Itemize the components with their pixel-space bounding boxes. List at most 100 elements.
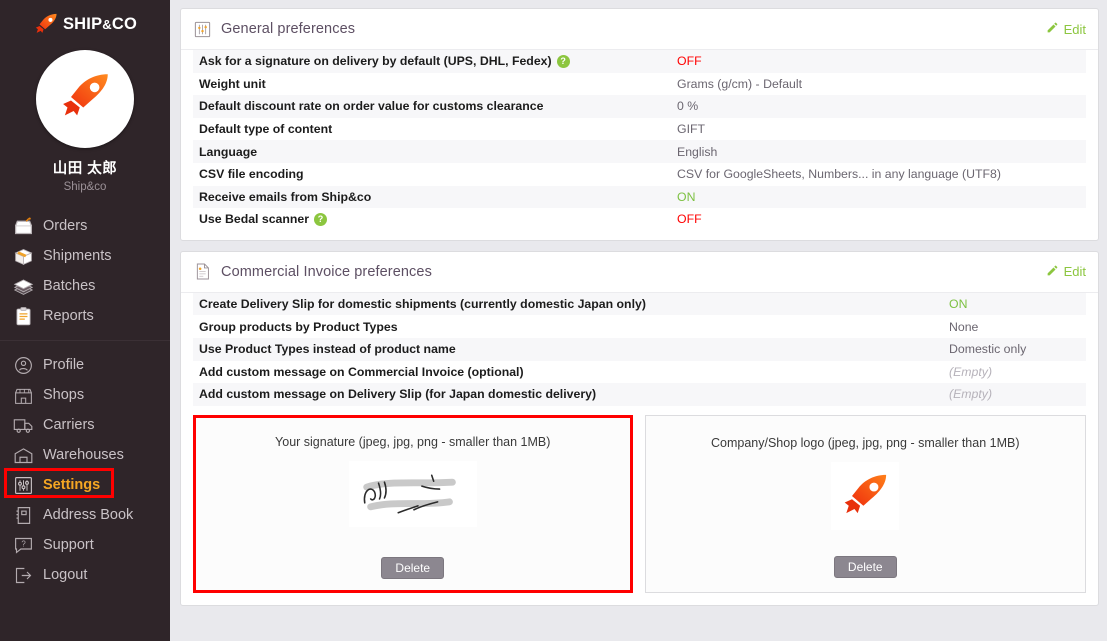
general-edit-button[interactable]: Edit	[1046, 21, 1086, 37]
logo-delete-button[interactable]: Delete	[833, 555, 897, 578]
sidebar-item-label: Settings	[43, 477, 101, 493]
general-panel-header: General preferences Edit	[181, 9, 1098, 50]
row-label: Use Bedal scanner	[199, 212, 310, 227]
row-label: Add custom message on Delivery Slip (for…	[199, 387, 597, 402]
row-label: CSV file encoding	[199, 167, 304, 182]
rocket-logo-icon	[33, 13, 59, 35]
shops-store-icon	[12, 384, 34, 406]
sidebar-item-carriers[interactable]: Carriers	[0, 410, 170, 440]
row-label: Default discount rate on order value for…	[199, 99, 544, 114]
avatar[interactable]	[36, 50, 134, 148]
pencil-icon	[1046, 21, 1059, 37]
row-value: ON	[677, 189, 696, 204]
help-icon[interactable]: ?	[314, 212, 328, 226]
table-row[interactable]: Create Delivery Slip for domestic shipme…	[193, 292, 1086, 316]
general-edit-label: Edit	[1063, 21, 1086, 37]
sidebar-item-label: Warehouses	[43, 447, 124, 463]
sidebar-item-label: Address Book	[43, 507, 134, 523]
reports-clipboard-icon	[12, 305, 34, 327]
upload-boxes: Your signature (jpeg, jpg, png - smaller…	[181, 414, 1098, 605]
row-label: Ask for a signature on delivery by defau…	[199, 54, 552, 69]
sidebar-item-batches[interactable]: Batches	[0, 271, 170, 301]
invoice-edit-button[interactable]: Edit	[1046, 264, 1086, 280]
signature-delete-button[interactable]: Delete	[381, 556, 445, 579]
sidebar-item-label: Carriers	[43, 417, 95, 433]
table-row[interactable]: Ask for a signature on delivery by defau…	[193, 50, 1086, 73]
sidebar-item-orders[interactable]: Orders	[0, 211, 170, 241]
shipments-box-icon	[12, 245, 34, 267]
orders-icon	[12, 215, 34, 237]
logo-upload-title: Company/Shop logo (jpeg, jpg, png - smal…	[711, 435, 1020, 450]
signature-upload-box[interactable]: Your signature (jpeg, jpg, png - smaller…	[193, 414, 633, 593]
row-label: Add custom message on Commercial Invoice…	[199, 364, 524, 379]
rocket-logo-image	[831, 461, 900, 530]
invoice-panel-title: Commercial Invoice preferences	[221, 263, 432, 280]
table-row[interactable]: Add custom message on Delivery Slip (for…	[193, 383, 1086, 406]
row-value: ON	[949, 297, 968, 312]
sidebar-item-shops[interactable]: Shops	[0, 380, 170, 410]
signature-image	[348, 460, 477, 527]
sidebar-item-label: Batches	[43, 278, 96, 294]
table-row[interactable]: Add custom message on Commercial Invoice…	[193, 361, 1086, 384]
row-label: Create Delivery Slip for domestic shipme…	[199, 297, 646, 312]
batches-stack-icon	[12, 275, 34, 297]
general-preferences-panel: General preferences Edit Ask for a signa…	[180, 8, 1099, 241]
table-row[interactable]: Weight unit Grams (g/cm) - Default	[193, 73, 1086, 96]
row-value: OFF	[677, 54, 702, 69]
warehouses-building-icon	[12, 444, 34, 466]
brand[interactable]: SHIP&CO	[0, 0, 170, 42]
table-row[interactable]: Use Product Types instead of product nam…	[193, 337, 1086, 361]
logout-arrow-icon	[12, 564, 34, 586]
sidebar-item-profile[interactable]: Profile	[0, 350, 170, 380]
table-row[interactable]: Default type of content GIFT	[193, 118, 1086, 141]
rocket-avatar-icon	[57, 69, 113, 130]
avatar-wrap	[0, 50, 170, 148]
svg-text:?: ?	[21, 539, 26, 548]
row-label: Use Product Types instead of product nam…	[199, 342, 456, 357]
sidebar-item-address-book[interactable]: Address Book	[0, 500, 170, 530]
row-value: (Empty)	[949, 387, 993, 402]
carriers-truck-icon	[12, 414, 34, 436]
row-value: OFF	[677, 212, 702, 227]
brand-name: SHIP	[62, 14, 103, 33]
table-row[interactable]: Use Bedal scanner? OFF	[193, 208, 1086, 231]
sidebar-item-label: Logout	[43, 567, 88, 583]
sidebar-item-reports[interactable]: Reports	[0, 301, 170, 331]
profile-person-icon	[12, 354, 34, 376]
signature-upload-title: Your signature (jpeg, jpg, png - smaller…	[275, 434, 551, 449]
table-row[interactable]: Default discount rate on order value for…	[193, 95, 1086, 118]
logo-upload-box[interactable]: Company/Shop logo (jpeg, jpg, png - smal…	[644, 414, 1086, 593]
row-value: CSV for GoogleSheets, Numbers... in any …	[677, 167, 1001, 182]
sidebar-item-support[interactable]: ? Support	[0, 530, 170, 560]
sidebar-item-shipments[interactable]: Shipments	[0, 241, 170, 271]
sidebar: SHIP&CO 山田 太郎 Ship&co Orders Shipments B…	[0, 0, 170, 641]
row-label: Default type of content	[199, 122, 333, 137]
row-value: GIFT	[677, 122, 706, 137]
sidebar-item-logout[interactable]: Logout	[0, 560, 170, 590]
sidebar-item-label: Shops	[43, 387, 85, 403]
sidebar-item-label: Profile	[43, 357, 85, 373]
sidebar-item-settings[interactable]: Settings	[0, 468, 170, 500]
address-book-icon	[12, 504, 34, 526]
brand-co: CO	[111, 14, 138, 33]
table-row[interactable]: Language English	[193, 140, 1086, 163]
row-value: Grams (g/cm) - Default	[677, 76, 803, 91]
support-help-icon: ?	[12, 534, 34, 556]
sidebar-item-label: Shipments	[43, 248, 112, 264]
table-row[interactable]: Receive emails from Ship&co ON	[193, 185, 1086, 209]
sliders-icon	[193, 20, 212, 39]
table-row[interactable]: CSV file encoding CSV for GoogleSheets, …	[193, 163, 1086, 186]
row-value: None	[949, 319, 979, 334]
app-root: SHIP&CO 山田 太郎 Ship&co Orders Shipments B…	[0, 0, 1107, 641]
user-shop: Ship&co	[63, 181, 107, 193]
help-icon[interactable]: ?	[556, 54, 570, 68]
sidebar-item-warehouses[interactable]: Warehouses	[0, 440, 170, 470]
page-title: General preferences	[221, 21, 356, 37]
invoice-panel-header: Commercial Invoice preferences Edit	[181, 252, 1098, 293]
sidebar-item-label: Support	[43, 537, 94, 553]
invoice-rows: Create Delivery Slip for domestic shipme…	[181, 292, 1098, 415]
brand-text: SHIP&CO	[63, 16, 137, 33]
table-row[interactable]: Group products by Product Types None	[193, 315, 1086, 338]
main-content: General preferences Edit Ask for a signa…	[170, 0, 1107, 641]
nav-group-primary: Orders Shipments Batches Reports	[0, 211, 170, 331]
